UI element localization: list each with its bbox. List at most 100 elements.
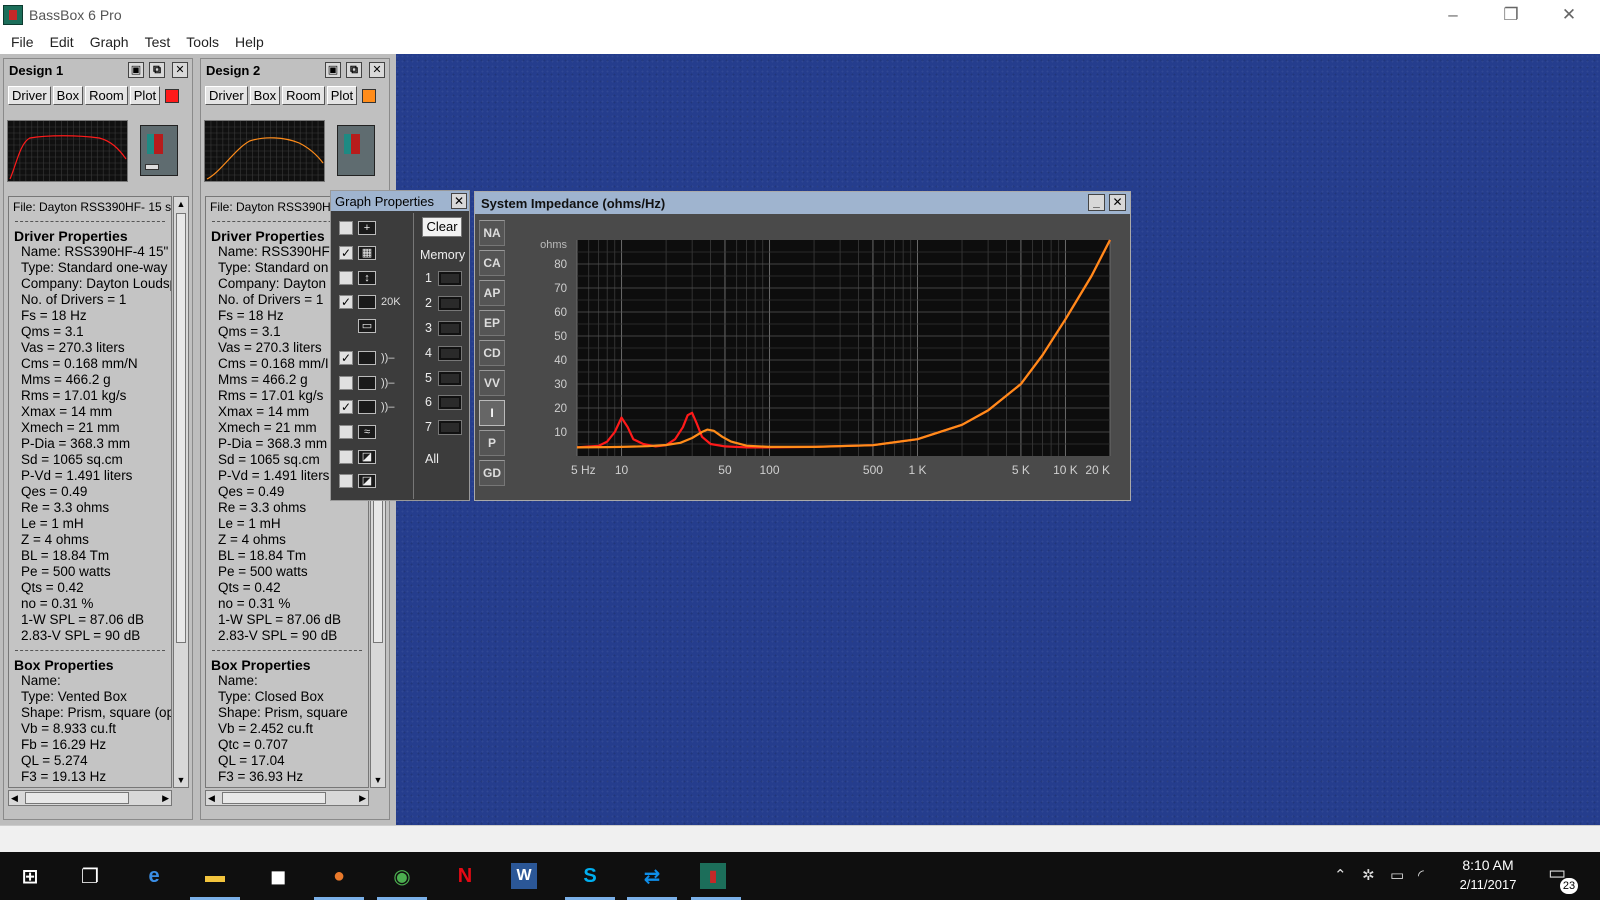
graph-type-ca-button[interactable]: CA	[479, 250, 505, 276]
graph-type-vv-button[interactable]: VV	[479, 370, 505, 396]
scroll-up-icon[interactable]: ▲	[174, 197, 188, 211]
close-button[interactable]: ✕	[1540, 0, 1598, 30]
graph-option-checkbox[interactable]: ✓	[339, 246, 353, 260]
tab-driver[interactable]: Driver	[8, 86, 51, 105]
clock-time[interactable]: 8:10 AM	[1448, 857, 1528, 873]
store-icon[interactable]: ◼	[262, 860, 294, 892]
graph-type-ep-button[interactable]: EP	[479, 310, 505, 336]
memory-slot[interactable]: 6	[425, 393, 462, 411]
graph-option-checkbox[interactable]	[339, 425, 353, 439]
scroll-left-icon[interactable]: ◀	[208, 791, 215, 805]
tab-room[interactable]: Room	[282, 86, 325, 105]
room-sound-icon[interactable]	[358, 400, 376, 414]
wifi-icon[interactable]: ◜	[1418, 866, 1424, 884]
graph-option-checkbox[interactable]	[339, 221, 353, 235]
wave-speaker-icon[interactable]: ≈	[358, 425, 376, 439]
graph-option-checkbox[interactable]	[339, 271, 353, 285]
copy-icon[interactable]: ⧉	[346, 62, 362, 78]
box-preview-icon[interactable]	[337, 125, 375, 176]
memory-slot[interactable]: 3	[425, 319, 462, 337]
scale-icon[interactable]: ↕	[358, 271, 376, 285]
graph-properties-close-icon[interactable]: ✕	[451, 193, 467, 209]
horizontal-scrollbar[interactable]: ◀ ▶	[205, 790, 369, 806]
response-thumbnail[interactable]	[204, 120, 325, 182]
start-icon[interactable]: ⊞	[14, 860, 46, 892]
box-preview-icon[interactable]	[140, 125, 178, 176]
horizontal-scrollbar[interactable]: ◀ ▶	[8, 790, 172, 806]
memory-slot[interactable]: 7	[425, 418, 462, 436]
graph-type-p-button[interactable]: P	[479, 430, 505, 456]
tab-plot[interactable]: Plot	[129, 86, 161, 105]
menu-help[interactable]: Help	[227, 34, 272, 50]
memory-slot[interactable]: 1	[425, 269, 462, 287]
bassbox-icon[interactable]: ▮	[700, 863, 726, 889]
scroll-thumb[interactable]	[222, 792, 326, 804]
graph-option-checkbox[interactable]	[339, 376, 353, 390]
graph-option-checkbox[interactable]: ✓	[339, 351, 353, 365]
range-20k-icon[interactable]	[358, 295, 376, 309]
clear-button[interactable]: Clear	[422, 217, 462, 237]
save-icon[interactable]: ▣	[325, 62, 341, 78]
graph-option-checkbox[interactable]: ✓	[339, 295, 353, 309]
graph-type-ap-button[interactable]: AP	[479, 280, 505, 306]
close-icon[interactable]: ✕	[172, 62, 188, 78]
chrome-icon[interactable]: ◉	[386, 860, 418, 892]
copy-icon[interactable]: ⧉	[149, 62, 165, 78]
scroll-down-icon[interactable]: ▼	[174, 773, 188, 787]
skype-icon[interactable]: S	[574, 860, 606, 892]
word-icon[interactable]: W	[511, 863, 537, 889]
tray-chevron-icon[interactable]: ⌃	[1334, 866, 1347, 884]
save-icon[interactable]: ▣	[128, 62, 144, 78]
menu-file[interactable]: File	[3, 34, 42, 50]
clock-date[interactable]: 2/11/2017	[1448, 877, 1528, 892]
graph-type-cd-button[interactable]: CD	[479, 340, 505, 366]
crosshair-icon[interactable]: +	[358, 221, 376, 235]
memory-slot-swatch[interactable]	[438, 295, 462, 311]
impedance-minimize-icon[interactable]: _	[1088, 194, 1105, 211]
impedance-close-icon[interactable]: ✕	[1109, 194, 1126, 211]
memory-slot-swatch[interactable]	[438, 394, 462, 410]
graph-type-gd-button[interactable]: GD	[479, 460, 505, 486]
graph-type-na-button[interactable]: NA	[479, 220, 505, 246]
scroll-right-icon[interactable]: ▶	[162, 791, 169, 805]
vertical-scrollbar[interactable]: ▲▼	[173, 196, 189, 788]
graph-type-i-button[interactable]: I	[479, 400, 505, 426]
scroll-right-icon[interactable]: ▶	[359, 791, 366, 805]
speaker-sound-icon[interactable]	[358, 351, 376, 365]
file-explorer-icon[interactable]: ▬	[199, 860, 231, 892]
scroll-thumb[interactable]	[176, 213, 186, 643]
memory-all-button[interactable]: All	[425, 452, 439, 466]
graph-option-checkbox[interactable]	[339, 474, 353, 488]
scroll-down-icon[interactable]: ▼	[371, 773, 385, 787]
teamviewer-icon[interactable]: ⇄	[636, 860, 668, 892]
graph-option-checkbox[interactable]: ✓	[339, 400, 353, 414]
menu-graph[interactable]: Graph	[82, 34, 137, 50]
plot-color-swatch[interactable]	[362, 88, 377, 103]
scroll-left-icon[interactable]: ◀	[11, 791, 18, 805]
minimize-button[interactable]: –	[1424, 0, 1482, 30]
memory-slot-swatch[interactable]	[438, 320, 462, 336]
memory-slot-swatch[interactable]	[438, 419, 462, 435]
memory-slot[interactable]: 5	[425, 369, 462, 387]
tab-room[interactable]: Room	[85, 86, 128, 105]
tab-driver[interactable]: Driver	[205, 86, 248, 105]
tab-plot[interactable]: Plot	[326, 86, 358, 105]
tab-box[interactable]: Box	[249, 86, 281, 105]
display-icon[interactable]: ▭	[358, 319, 376, 333]
plot-color-swatch[interactable]	[165, 88, 180, 103]
memory-slot[interactable]: 2	[425, 294, 462, 312]
memory-slot[interactable]: 4	[425, 344, 462, 362]
restore-button[interactable]: ❐	[1482, 0, 1540, 30]
close-icon[interactable]: ✕	[369, 62, 385, 78]
response-thumbnail[interactable]	[7, 120, 128, 182]
box-meter-icon[interactable]: ◪	[358, 474, 376, 488]
speaker-meter-icon[interactable]: ◪	[358, 450, 376, 464]
firefox-icon[interactable]: ●	[323, 860, 355, 892]
graph-option-checkbox[interactable]	[339, 450, 353, 464]
grid-icon[interactable]: ▦	[358, 246, 376, 260]
memory-slot-swatch[interactable]	[438, 345, 462, 361]
scroll-thumb[interactable]	[25, 792, 129, 804]
edge-icon[interactable]: e	[138, 860, 170, 892]
menu-test[interactable]: Test	[137, 34, 179, 50]
battery-icon[interactable]: ▭	[1390, 866, 1404, 884]
